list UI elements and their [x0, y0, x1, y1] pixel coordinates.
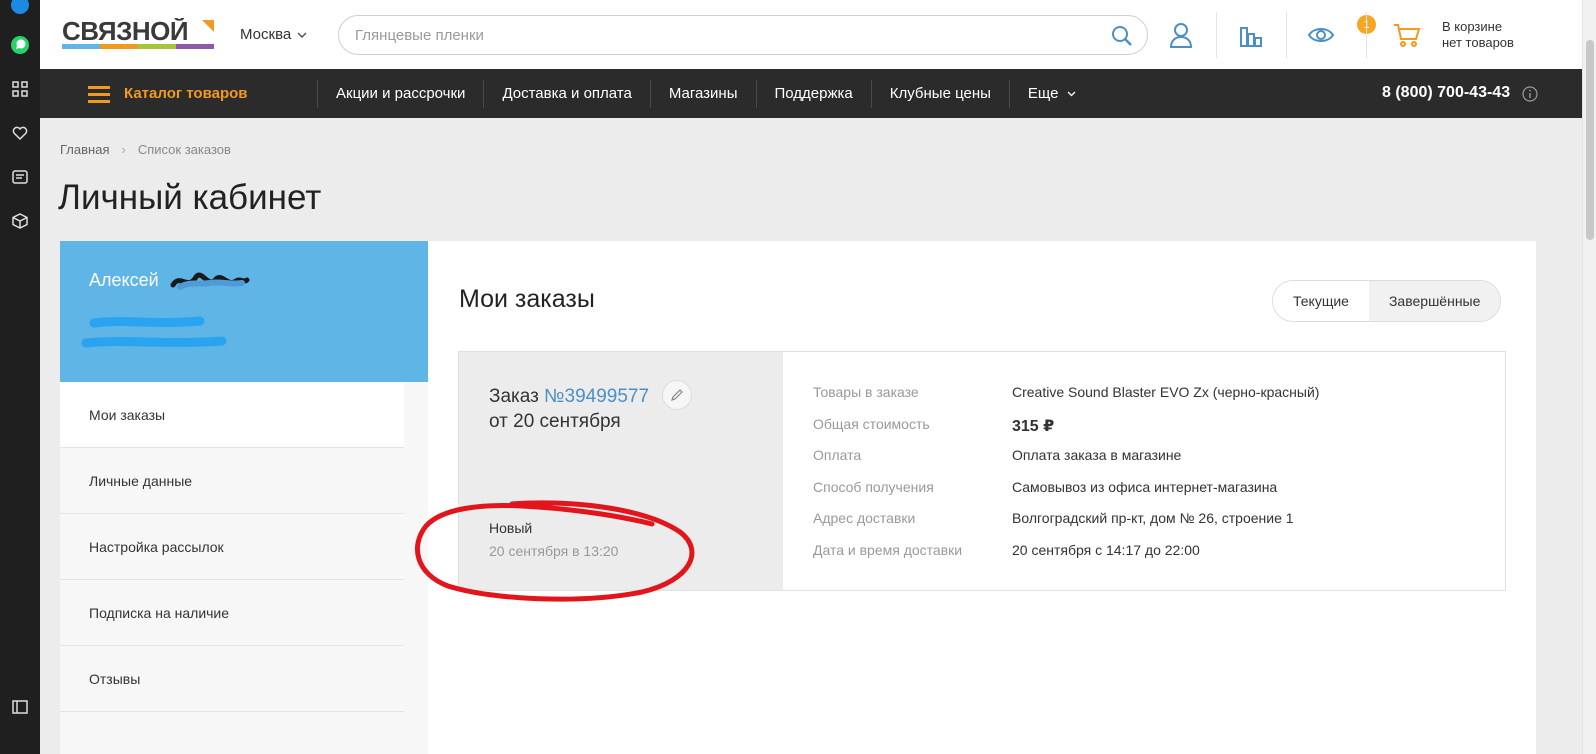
nav-link-label: Акции и рассрочки: [336, 85, 466, 102]
detail-row: Адрес доставки Волгоградский пр-кт, дом …: [813, 510, 1319, 542]
menu-item-personal-data[interactable]: Личные данные: [60, 448, 404, 514]
scrollbar-thumb[interactable]: [1586, 40, 1594, 240]
apps-grid-icon[interactable]: [9, 78, 31, 100]
chevron-down-icon: [297, 31, 307, 38]
search-input[interactable]: [355, 26, 1075, 44]
detail-value: Оплата заказа в магазине: [1012, 447, 1182, 463]
detail-key: Товары в заказе: [813, 384, 919, 400]
breadcrumb-separator: ›: [121, 142, 126, 157]
account-menu: Мои заказы Личные данные Настройка рассы…: [60, 382, 428, 754]
detail-key: Оплата: [813, 447, 862, 463]
cart-status-line1: В корзине: [1442, 19, 1503, 34]
detail-row: Оплата Оплата заказа в магазине: [813, 447, 1319, 479]
support-phone[interactable]: 8 (800) 700-43-43: [1382, 84, 1510, 102]
menu-item-label: Отзывы: [89, 670, 141, 687]
cart-status-line2: нет товаров: [1442, 35, 1514, 50]
nav-link-delivery[interactable]: Доставка и оплата: [483, 79, 649, 108]
city-selector[interactable]: Москва: [240, 26, 307, 43]
header-divider: [1216, 12, 1217, 58]
breadcrumb-home[interactable]: Главная: [60, 142, 109, 157]
cart-icon[interactable]: [1392, 20, 1422, 50]
browser-sidebar: [0, 0, 40, 754]
edit-order-button[interactable]: [662, 380, 692, 410]
viewed-eye-icon[interactable]: [1306, 20, 1336, 50]
sidebar-toggle-icon[interactable]: [9, 696, 31, 718]
tab-completed[interactable]: Завершённые: [1368, 281, 1501, 321]
red-annotation-circle: [415, 500, 695, 602]
header-divider: [1286, 12, 1287, 58]
breadcrumb-current: Список заказов: [137, 142, 231, 157]
nav-link-support[interactable]: Поддержка: [755, 79, 871, 108]
menu-item-label: Мои заказы: [89, 406, 166, 423]
search-icon[interactable]: [1111, 25, 1133, 52]
detail-key: Общая стоимость: [813, 415, 930, 432]
order-details: Товары в заказе Creative Sound Blaster E…: [813, 384, 1319, 573]
breadcrumb: Главная › Список заказов: [60, 142, 231, 157]
nav-link-label: Магазины: [668, 85, 738, 102]
order-heading: Заказ №39499577 от 20 сентября: [489, 384, 649, 434]
nav-link-label: Доставка и оплата: [502, 85, 632, 102]
order-number-link[interactable]: №39499577: [544, 386, 649, 407]
nav-link-label: Еще: [1027, 85, 1059, 102]
nav-links: Акции и рассрочки Доставка и оплата Мага…: [317, 69, 1094, 118]
hamburger-menu-icon: [88, 85, 110, 103]
detail-value: 315 ₽: [1012, 417, 1055, 435]
nav-link-label: Поддержка: [774, 85, 853, 102]
header-divider: [1366, 12, 1367, 58]
menu-item-reviews[interactable]: Отзывы: [60, 646, 404, 712]
detail-key: Адрес доставки: [813, 510, 916, 526]
profile-name: Алексей: [89, 270, 159, 290]
detail-row: Товары в заказе Creative Sound Blaster E…: [813, 384, 1319, 416]
pencil-icon: [671, 389, 683, 401]
nav-link-promotions[interactable]: Акции и рассрочки: [317, 79, 483, 108]
detail-row: Способ получения Самовывоз из офиса инте…: [813, 479, 1319, 511]
chevron-down-icon: [1067, 91, 1076, 96]
menu-item-newsletter-settings[interactable]: Настройка рассылок: [60, 514, 404, 580]
orders-title: Мои заказы: [459, 285, 595, 313]
detail-value: 20 сентября с 14:17 до 22:00: [1012, 541, 1200, 558]
detail-row: Общая стоимость 315 ₽: [813, 416, 1319, 448]
detail-value: Creative Sound Blaster EVO Zx (черно-кра…: [1012, 384, 1320, 400]
detail-key: Способ получения: [813, 478, 934, 495]
site-header: СВЯЗНОЙ Москва 1 В корзине нет товаров: [40, 0, 1582, 69]
nav-link-stores[interactable]: Магазины: [649, 79, 756, 108]
svg-text:СВЯЗНОЙ: СВЯЗНОЙ: [62, 18, 188, 46]
menu-item-label: Личные данные: [89, 472, 193, 489]
detail-key: Дата и время доставки: [813, 541, 963, 558]
detail-value: Волгоградский пр-кт, дом № 26, строение …: [1012, 510, 1294, 526]
redacted-contact-scribble: [81, 316, 227, 348]
detail-row: Дата и время доставки 20 сентября с 14:1…: [813, 542, 1319, 574]
catalog-button[interactable]: Каталог товаров: [88, 69, 248, 118]
detail-value: Самовывоз из офиса интернет-магазина: [1012, 478, 1278, 495]
nav-link-club-prices[interactable]: Клубные цены: [870, 79, 1009, 108]
user-account-icon[interactable]: [1166, 20, 1196, 50]
search-box: [338, 15, 1148, 55]
menu-item-my-orders[interactable]: Мои заказы: [60, 382, 404, 448]
redacted-surname-scribble: [170, 272, 250, 290]
nav-link-label: Клубные цены: [889, 85, 991, 102]
whatsapp-icon[interactable]: [9, 34, 31, 56]
page-title: Личный кабинет: [58, 178, 322, 217]
cube-icon[interactable]: [9, 210, 31, 232]
order-label: Заказ: [489, 386, 539, 407]
menu-item-label: Подписка на наличие: [89, 604, 230, 621]
compare-chart-icon[interactable]: [1236, 20, 1266, 50]
page-scrollbar[interactable]: [1582, 0, 1596, 754]
main-navigation: Каталог товаров Акции и рассрочки Достав…: [40, 69, 1582, 118]
menu-item-label: Настройка рассылок: [89, 538, 224, 555]
tab-current[interactable]: Текущие: [1273, 281, 1369, 321]
profile-card: Алексей: [60, 241, 428, 382]
svyaznoy-logo[interactable]: СВЯЗНОЙ: [62, 16, 214, 52]
order-date: от 20 сентября: [489, 411, 621, 432]
city-label: Москва: [240, 26, 292, 43]
nav-link-more[interactable]: Еще: [1008, 79, 1095, 108]
info-icon[interactable]: [1522, 86, 1538, 107]
orders-tabs: Текущие Завершённые: [1272, 280, 1502, 322]
heart-icon[interactable]: [9, 122, 31, 144]
catalog-label: Каталог товаров: [124, 85, 248, 102]
news-icon[interactable]: [9, 166, 31, 188]
messenger-icon[interactable]: [9, 0, 31, 16]
menu-item-stock-subscription[interactable]: Подписка на наличие: [60, 580, 404, 646]
cart-status[interactable]: В корзине нет товаров: [1442, 19, 1514, 51]
